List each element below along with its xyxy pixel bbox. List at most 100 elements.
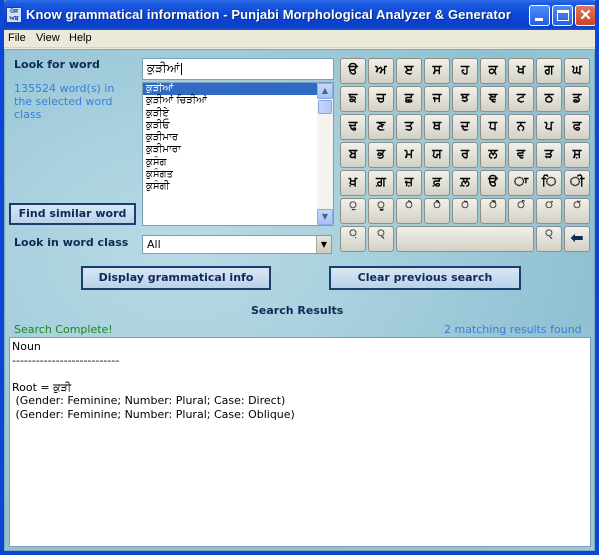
keyboard-key[interactable]: ਸ — [424, 58, 450, 84]
word-count-text: 135524 word(s) in the selected word clas… — [14, 82, 115, 121]
keyboard-key[interactable]: ਮ — [396, 142, 422, 168]
keyboard-key[interactable]: ਗ — [536, 58, 562, 84]
minimize-button[interactable] — [529, 5, 550, 26]
keyboard-key[interactable]: ਂ — [536, 198, 562, 224]
title-bar: ਪੰਜ ਅਬ Know grammatical information - Pun… — [0, 0, 599, 30]
keyboard-key[interactable]: ਣ — [368, 114, 394, 140]
keyboard-key[interactable]: ੇ — [396, 198, 422, 224]
keyboard-key[interactable]: ੀ — [564, 170, 590, 196]
keyboard-key[interactable]: ਲ — [480, 142, 506, 168]
keyboard-key[interactable]: ੳ — [340, 58, 366, 84]
keyboard-key[interactable]: ਝ — [452, 86, 478, 112]
menu-view[interactable]: View — [36, 32, 60, 44]
word-list-item[interactable]: ਕੁੜੀਮਾਰਾ — [143, 144, 317, 156]
keyboard-key[interactable]: ਫ਼ — [424, 170, 450, 196]
menu-file[interactable]: File — [8, 32, 26, 44]
text-caret — [180, 62, 182, 75]
keyboard-key[interactable]: ਞ — [480, 86, 506, 112]
keyboard-key[interactable]: ੈ — [424, 198, 450, 224]
keyboard-key[interactable]: ਹ — [452, 58, 478, 84]
keyboard-key[interactable]: ੁ — [340, 198, 366, 224]
keyboard-key[interactable]: ਭ — [368, 142, 394, 168]
keyboard-key[interactable]: ਛ — [396, 86, 422, 112]
close-button[interactable]: ✕ — [575, 5, 596, 26]
maximize-icon — [557, 10, 569, 21]
keyboard-key[interactable]: ਖ਼ — [340, 170, 366, 196]
space-key[interactable] — [396, 226, 534, 252]
word-search-input[interactable]: ਕੁੜੀਆਂ — [142, 58, 334, 80]
word-class-select[interactable]: All ▼ — [142, 235, 332, 254]
menu-help[interactable]: Help — [69, 32, 92, 44]
keyboard-key[interactable]: ੋ — [452, 198, 478, 224]
keyboard-key[interactable]: ਡ — [564, 86, 590, 112]
keyboard-key[interactable]: ਨ — [508, 114, 534, 140]
keyboard-key[interactable]: ੂ — [368, 198, 394, 224]
app-logo-icon[interactable]: ਪੰਜ ਅਬ — [6, 7, 22, 23]
keyboard-key[interactable]: ੱ — [564, 198, 590, 224]
keyboard-key[interactable]: ਥ — [424, 114, 450, 140]
keyboard-key[interactable]: ਖ — [508, 58, 534, 84]
keyboard-key[interactable]: ੲ — [396, 58, 422, 84]
menu-bar: File View Help — [0, 30, 599, 48]
results-text-area[interactable]: Noun --------------------------- Root = ਕੁ… — [9, 337, 591, 547]
result-line: (Gender: Feminine; Number: Plural; Case:… — [12, 407, 295, 421]
word-list-item[interactable]: ਕੁੜੀਆਂ — [143, 83, 317, 96]
word-list-item[interactable]: ਕੁਸੰਗੀ — [143, 181, 317, 193]
keyboard-key[interactable]: ੰ — [508, 198, 534, 224]
keyboard-key[interactable]: ਙ — [340, 86, 366, 112]
result-line — [12, 367, 588, 381]
word-list-box[interactable]: ਕੁੜੀਆਂ ਕੁੜੀਆਂ ਚਿੜੀਆਂ ਕੁੜੀਏ ਕੁੜੀਓ ਕੁੜੀਮਾਰ ਕੁੜੀ… — [142, 82, 334, 226]
enter-arrow-icon[interactable]: ⬅ — [564, 226, 590, 252]
keyboard-key[interactable]: ਸ਼ — [564, 142, 590, 168]
dropdown-arrow-icon[interactable]: ▼ — [316, 236, 331, 253]
scroll-thumb[interactable] — [318, 100, 332, 114]
keyboard-key[interactable]: ਅ — [368, 58, 394, 84]
keyboard-key[interactable]: ਚ — [368, 86, 394, 112]
keyboard-key[interactable]: ਪ — [536, 114, 562, 140]
keyboard-key[interactable]: ੳ — [480, 170, 506, 196]
minimize-icon — [535, 18, 543, 21]
keyboard-key[interactable]: ਟ — [508, 86, 534, 112]
keyboard-key[interactable]: ੌ — [480, 198, 506, 224]
find-similar-word-button[interactable]: Find similar word — [9, 203, 136, 225]
keyboard-key[interactable]: ਗ਼ — [368, 170, 394, 196]
keyboard-key[interactable]: ਜ — [424, 86, 450, 112]
keyboard-key[interactable]: ਿ — [536, 170, 562, 196]
keyboard-key[interactable]: ਦ — [452, 114, 478, 140]
main-panel: Look for word 135524 word(s) in the sele… — [4, 49, 595, 551]
scroll-up-arrow-icon[interactable]: ▲ — [317, 83, 333, 99]
keyboard-key[interactable]: ਬ — [340, 142, 366, 168]
word-list-item[interactable]: ਕੁਸੰਗਤ — [143, 169, 317, 181]
match-count: 2 matching results found — [444, 323, 582, 336]
keyboard-key[interactable]: ਜ਼ — [396, 170, 422, 196]
keyboard-key[interactable]: ਤ — [396, 114, 422, 140]
keyboard-key[interactable]: ਕ — [480, 58, 506, 84]
word-list-item[interactable]: ਕੁੜੀਓ — [143, 120, 317, 132]
keyboard-key[interactable]: ੜ — [536, 142, 562, 168]
clear-previous-search-button[interactable]: Clear previous search — [329, 266, 521, 290]
keyboard-key[interactable]: ਼ — [340, 226, 366, 252]
word-list-item[interactable]: ਕੁੜੀਮਾਰ — [143, 132, 317, 144]
keyboard-key[interactable]: ਵ — [508, 142, 534, 168]
keyboard-key[interactable]: ਯ — [424, 142, 450, 168]
keyboard-key[interactable]: ਾ — [508, 170, 534, 196]
word-list-item[interactable]: ਕੁੜੀਏ — [143, 108, 317, 120]
keyboard-key[interactable]: ਢ — [340, 114, 366, 140]
scroll-down-arrow-icon[interactable]: ▼ — [317, 209, 333, 225]
maximize-button[interactable] — [552, 5, 573, 26]
display-grammatical-info-button[interactable]: Display grammatical info — [81, 266, 271, 290]
keyboard-key[interactable]: ਰ — [452, 142, 478, 168]
window-title: Know grammatical information - Punjabi M… — [26, 7, 511, 22]
keyboard-key[interactable]: ਘ — [564, 58, 590, 84]
word-list-item[interactable]: ਕੁੜੀਆਂ ਚਿੜੀਆਂ — [143, 95, 317, 107]
keyboard-key[interactable]: ਧ — [480, 114, 506, 140]
keyboard-key[interactable]: ੑ — [536, 226, 562, 252]
keyboard-key[interactable]: ਲ਼ — [452, 170, 478, 196]
keyboard-key[interactable]: ੍ — [368, 226, 394, 252]
punjabi-keyboard: ੳ ਅ ੲ ਸ ਹ ਕ ਖ ਗ ਘ ਙ ਚ ਛ ਜ ਝ ਞ ਟ ਠ ਡ ਢ ਣ ਤ ਥ ਦ ਧ ਨ ਪ ਫ ਬ ਭ ਮ ਯ ਰ ਲ ਵ ੜ ਸ਼ ਖ਼ ਗ… — [340, 58, 592, 254]
keyboard-key[interactable]: ਫ — [564, 114, 590, 140]
result-line: (Gender: Feminine; Number: Plural; Case:… — [12, 394, 286, 407]
word-list-item[interactable]: ਕੁਸੰਗ — [143, 157, 317, 169]
word-list-scrollbar[interactable]: ▲ ▼ — [317, 83, 333, 225]
keyboard-key[interactable]: ਠ — [536, 86, 562, 112]
